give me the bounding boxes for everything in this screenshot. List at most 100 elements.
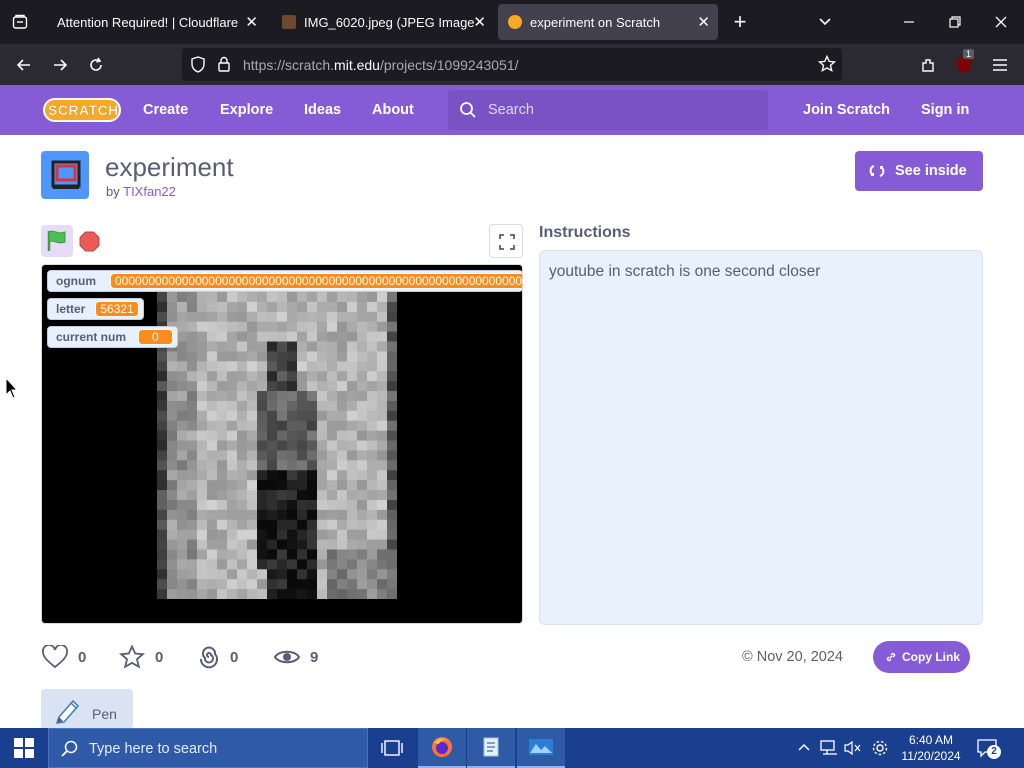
see-inside-label: See inside (895, 163, 967, 179)
fullscreen-icon (499, 234, 515, 250)
pixelated-video-frame (157, 292, 397, 599)
search-icon (459, 101, 477, 124)
instructions-heading: Instructions (539, 224, 631, 241)
search-input[interactable]: Search (448, 90, 768, 130)
logo-text: SCRATCH (48, 102, 119, 118)
close-window-icon[interactable] (988, 9, 1014, 35)
clock-date: 11/20/2024 (901, 749, 961, 763)
list-all-tabs-icon[interactable] (812, 9, 838, 35)
search-placeholder: Search (488, 102, 534, 118)
pen-label: Pen (92, 706, 117, 722)
search-icon (61, 740, 79, 763)
tab-title: Attention Required! | Cloudflare (57, 14, 239, 30)
forward-icon[interactable] (47, 52, 73, 78)
scratch-header: SCRATCH Create Explore Ideas About Searc… (0, 85, 1024, 135)
project-byline: by TIXfan22 (106, 184, 176, 199)
love-count: 0 (78, 648, 87, 666)
nav-ideas[interactable]: Ideas (304, 102, 341, 118)
notifications-icon[interactable]: 2 (977, 738, 1001, 763)
browser-nav-bar: https://scratch.mit.edu/projects/1099243… (0, 44, 1024, 85)
nav-create[interactable]: Create (143, 102, 188, 118)
menu-icon[interactable] (987, 52, 1013, 78)
new-tab-button[interactable]: + (727, 9, 753, 35)
sign-in-link[interactable]: Sign in (921, 102, 969, 118)
image-favicon (282, 15, 296, 29)
windows-taskbar: Type here to search 6:40 AM 11/20/2024 2 (0, 728, 1024, 768)
remix-count: 0 (230, 648, 239, 666)
reload-icon[interactable] (83, 52, 109, 78)
join-scratch-link[interactable]: Join Scratch (803, 102, 890, 118)
copy-link-label: Copy Link (902, 650, 961, 664)
close-tab-icon[interactable]: ✕ (473, 13, 486, 31)
green-flag-button[interactable] (41, 225, 73, 257)
instructions-text: youtube in scratch is one second closer (549, 263, 821, 280)
variable-monitor-current-num[interactable]: current num 0 (47, 326, 178, 348)
tab-title: IMG_6020.jpeg (JPEG Image, 45 (304, 14, 474, 30)
monitor-label: current num (56, 330, 127, 344)
nav-explore[interactable]: Explore (220, 102, 273, 118)
remix-spiral-icon (199, 646, 218, 669)
stop-icon (79, 231, 100, 252)
close-tab-icon[interactable]: ✕ (697, 13, 710, 31)
tab-cloudflare[interactable]: Attention Required! | Cloudflare ✕ (44, 4, 266, 40)
close-tab-icon[interactable]: ✕ (245, 13, 258, 31)
browser-tab-bar: Attention Required! | Cloudflare ✕ IMG_6… (0, 0, 1024, 44)
system-clock[interactable]: 6:40 AM 11/20/2024 (895, 732, 967, 764)
star-icon (119, 645, 145, 669)
task-view-icon[interactable] (368, 728, 416, 768)
minimize-icon[interactable] (896, 9, 922, 35)
restore-icon[interactable] (942, 9, 968, 35)
see-inside-button[interactable]: See inside (855, 151, 983, 191)
photos-taskbar-icon[interactable] (517, 728, 565, 768)
project-stage[interactable]: ognum 0000000000000000000000000000000000… (41, 264, 523, 624)
lock-icon[interactable] (217, 56, 231, 77)
shield-icon[interactable] (190, 56, 206, 78)
scratch-logo[interactable]: SCRATCH (42, 95, 122, 125)
back-icon[interactable] (11, 52, 37, 78)
monitor-value: 56321 (95, 301, 139, 317)
tab-list-icon[interactable] (7, 9, 33, 35)
clock-time: 6:40 AM (908, 733, 954, 747)
pen-icon (53, 697, 81, 730)
monitor-label: letter (56, 302, 86, 316)
project-date: © Nov 20, 2024 (742, 649, 843, 665)
pen-extension-tag: Pen (41, 689, 133, 729)
instructions-box: youtube in scratch is one second closer (539, 250, 983, 625)
tab-scratch[interactable]: experiment on Scratch ✕ (498, 4, 718, 40)
monitor-label: ognum (56, 274, 96, 288)
remix-arrows-icon (869, 163, 885, 179)
love-stat[interactable]: 0 (42, 645, 86, 669)
heart-icon (42, 645, 68, 669)
favorite-stat[interactable]: 0 (119, 645, 163, 669)
tab-title: experiment on Scratch (530, 14, 661, 30)
firefox-taskbar-icon[interactable] (418, 728, 466, 768)
bookmark-star-icon[interactable] (817, 54, 837, 78)
chevron-up-icon[interactable] (797, 740, 811, 759)
settings-gear-icon[interactable] (871, 739, 889, 762)
volume-muted-icon[interactable] (844, 740, 862, 761)
fullscreen-button[interactable] (489, 224, 523, 258)
variable-monitor-ognum[interactable]: ognum 0000000000000000000000000000000000… (47, 270, 522, 292)
notepad-taskbar-icon[interactable] (467, 728, 515, 768)
variable-monitor-letter[interactable]: letter 56321 (47, 298, 144, 320)
mouse-cursor-icon (5, 377, 19, 399)
monitor-value: 0 (138, 329, 173, 345)
author-link[interactable]: TIXfan22 (123, 184, 176, 199)
network-icon[interactable] (820, 740, 838, 761)
tab-image[interactable]: IMG_6020.jpeg (JPEG Image, 45 ✕ (272, 4, 494, 40)
nav-about[interactable]: About (372, 102, 414, 118)
taskbar-search[interactable]: Type here to search (48, 728, 368, 768)
ublock-extension-icon[interactable]: 1 (951, 49, 977, 78)
green-flag-icon (47, 230, 66, 251)
url-text: https://scratch.mit.edu/projects/1099243… (243, 57, 519, 73)
url-bar[interactable]: https://scratch.mit.edu/projects/1099243… (182, 48, 842, 81)
copy-link-button[interactable]: Copy Link (873, 641, 970, 673)
stop-button[interactable] (79, 231, 100, 252)
extensions-icon[interactable] (915, 52, 941, 78)
favorite-count: 0 (155, 648, 164, 666)
start-button[interactable] (0, 728, 48, 768)
remix-stat: 0 (198, 645, 238, 669)
monitor-value: 0000000000000000000000000000000000000000… (110, 273, 522, 289)
taskbar-search-placeholder: Type here to search (89, 741, 218, 757)
copyright-icon: © (742, 649, 753, 665)
